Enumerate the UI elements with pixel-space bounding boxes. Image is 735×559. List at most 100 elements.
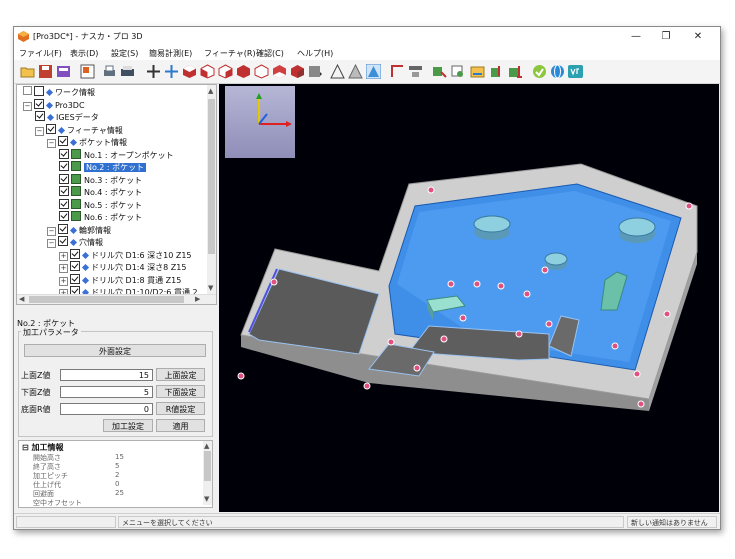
import-icon[interactable] xyxy=(56,64,71,79)
tree-expander-icon[interactable]: − xyxy=(47,239,56,248)
tree-checkbox[interactable] xyxy=(70,261,80,271)
tree-checkbox[interactable] xyxy=(59,173,69,184)
tree-checkbox[interactable] xyxy=(70,248,80,259)
check-icon[interactable] xyxy=(532,64,547,79)
scroll-down-icon[interactable]: ▼ xyxy=(208,284,213,292)
info-scrollbar[interactable]: ▲ ▼ xyxy=(203,441,212,505)
base-r-input[interactable]: 0 xyxy=(60,403,153,415)
tree-item[interactable]: No.5 : ポケット xyxy=(59,198,142,211)
base-r-button[interactable]: R値設定 xyxy=(156,402,205,415)
move-icon[interactable] xyxy=(146,64,161,79)
tree-expander-icon[interactable]: − xyxy=(47,226,56,236)
tree-item[interactable]: − フィーチャ情報 xyxy=(35,123,123,136)
maximize-button[interactable]: ❐ xyxy=(659,30,673,43)
view-top-icon[interactable] xyxy=(182,64,197,79)
simulate-icon[interactable] xyxy=(508,64,523,79)
tree-item[interactable]: + ドリル穴 D1:4 深さ8 Z15 xyxy=(59,261,186,273)
tree-item[interactable]: + ドリル穴 D1:6 深さ10 Z15 xyxy=(59,248,192,261)
open-folder-icon[interactable] xyxy=(20,64,35,79)
bottom-z-button[interactable]: 下面設定 xyxy=(156,385,205,398)
tree-item[interactable]: − 穴情報 xyxy=(47,236,103,248)
tree-checkbox[interactable] xyxy=(59,161,69,171)
tree-item[interactable]: No.1 : オープンポケット xyxy=(59,148,174,161)
minimize-button[interactable]: — xyxy=(629,30,643,43)
tree-hscroll-thumb[interactable] xyxy=(29,296,184,303)
layout-icon[interactable] xyxy=(80,64,95,79)
tree-expander-icon[interactable]: − xyxy=(35,126,44,136)
tree-checkbox[interactable] xyxy=(59,198,69,209)
toolpath-check-icon[interactable] xyxy=(490,64,505,79)
section-icon[interactable] xyxy=(408,64,423,79)
scroll-up-icon[interactable]: ▲ xyxy=(208,87,213,95)
view-front-icon[interactable] xyxy=(200,64,215,79)
print-icon[interactable] xyxy=(120,64,135,79)
tree-checkbox[interactable] xyxy=(58,223,68,234)
view-options-icon[interactable] xyxy=(290,64,305,79)
tree-expander-icon[interactable]: + xyxy=(59,276,68,286)
measure-icon[interactable] xyxy=(390,64,405,79)
view-side-icon[interactable] xyxy=(218,64,233,79)
tree-item[interactable]: No.4 : ポケット xyxy=(59,186,142,198)
menu-view[interactable]: 表示(D) xyxy=(70,48,98,59)
tree-item[interactable]: ワーク情報 xyxy=(23,86,95,98)
tree-checkbox[interactable] xyxy=(59,186,69,196)
version-icon[interactable] xyxy=(568,64,583,79)
menu-measure[interactable]: 簡易計測(E) xyxy=(149,48,192,59)
3d-viewport[interactable] xyxy=(219,84,719,512)
close-button[interactable]: ✕ xyxy=(691,30,705,43)
view-back-icon[interactable] xyxy=(254,64,269,79)
menu-check[interactable]: 確認(C) xyxy=(256,48,284,59)
tree-item[interactable]: No.6 : ポケット xyxy=(59,211,142,223)
shading-wire-icon[interactable] xyxy=(330,64,345,79)
tree-item[interactable]: − ポケット情報 xyxy=(47,136,127,148)
tree-scroll-thumb[interactable] xyxy=(208,99,215,254)
tree-checkbox[interactable] xyxy=(58,236,68,246)
machining-info-header[interactable]: ⊟ 加工情報 xyxy=(22,442,64,453)
shading-flat-icon[interactable] xyxy=(348,64,363,79)
info-scroll-up-icon[interactable]: ▲ xyxy=(204,442,209,450)
tree-item[interactable]: − Pro3DC xyxy=(23,98,85,111)
machining-settings-button[interactable]: 加工設定 xyxy=(103,419,153,432)
save-icon[interactable] xyxy=(38,64,53,79)
tree-expander-icon[interactable]: − xyxy=(23,101,32,111)
tree-checkbox[interactable] xyxy=(46,123,56,134)
tree-item[interactable]: IGESデータ xyxy=(35,111,99,123)
scroll-right-icon[interactable]: ▶ xyxy=(195,295,200,303)
tree-item[interactable]: No.3 : ポケット xyxy=(59,173,142,186)
tree-horizontal-scrollbar[interactable]: ◀ ▶ xyxy=(17,294,216,304)
feature-recognize-icon[interactable] xyxy=(432,64,447,79)
tree-checkbox[interactable] xyxy=(34,86,44,96)
menu-file[interactable]: ファイル(F) xyxy=(19,48,62,59)
scroll-left-icon[interactable]: ◀ xyxy=(19,295,24,303)
tree-checkbox[interactable] xyxy=(34,98,44,109)
tree-expander-icon[interactable]: + xyxy=(59,251,68,261)
info-scroll-down-icon[interactable]: ▼ xyxy=(204,495,209,503)
tree-checkbox[interactable] xyxy=(58,136,68,146)
view-bottom-icon[interactable] xyxy=(272,64,287,79)
outer-settings-button[interactable]: 外面設定 xyxy=(24,344,206,357)
tree-expander-icon[interactable]: + xyxy=(59,264,68,273)
model-render[interactable] xyxy=(219,84,719,512)
feature-edit-icon[interactable] xyxy=(450,64,465,79)
tree-checkbox[interactable] xyxy=(59,211,69,221)
menu-feature[interactable]: フィーチャ(R) xyxy=(204,48,256,59)
tree-item[interactable]: − 輪郭情報 xyxy=(47,223,111,236)
apply-button[interactable]: 適用 xyxy=(156,419,205,432)
shading-dropdown-icon[interactable] xyxy=(308,64,323,79)
bottom-z-input[interactable]: 5 xyxy=(60,386,153,398)
tree-expander-icon[interactable]: − xyxy=(47,139,56,148)
tree-checkbox[interactable] xyxy=(35,111,45,121)
tree-checkbox[interactable] xyxy=(70,273,80,284)
view-iso-icon[interactable] xyxy=(236,64,251,79)
tree-item[interactable]: + ドリル穴 D1:8 貫通 Z15 xyxy=(59,273,181,286)
top-z-button[interactable]: 上面設定 xyxy=(156,368,205,381)
top-z-input[interactable]: 15 xyxy=(60,369,153,381)
print-preview-icon[interactable] xyxy=(102,64,117,79)
globe-icon[interactable] xyxy=(550,64,565,79)
tree-checkbox[interactable] xyxy=(59,148,69,159)
tree-item[interactable]: No.2 : ポケット xyxy=(59,161,147,173)
shading-smooth-icon[interactable] xyxy=(366,64,381,79)
info-scroll-thumb[interactable] xyxy=(204,451,211,481)
menu-settings[interactable]: 設定(S) xyxy=(111,48,138,59)
tree-vertical-scrollbar[interactable]: ▲ ▼ xyxy=(207,85,216,295)
